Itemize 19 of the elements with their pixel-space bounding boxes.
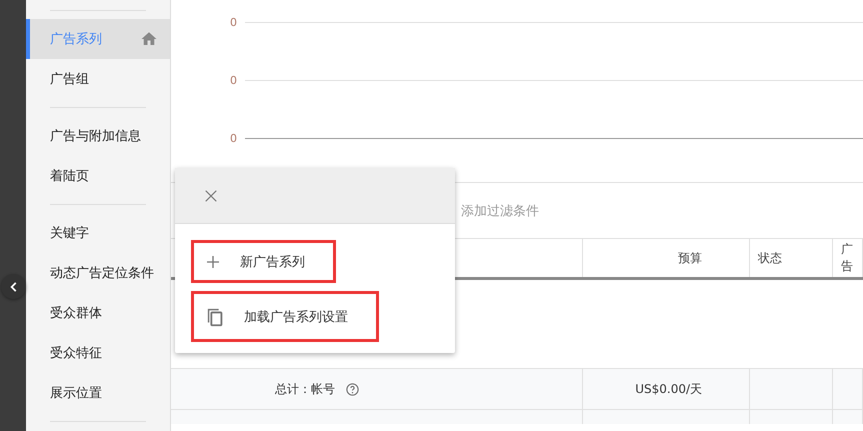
nav-item[interactable]: 广告组: [26, 59, 170, 99]
help-icon: [345, 382, 360, 396]
axis-label: 0: [229, 74, 238, 86]
table-cell: US$0.00/天: [635, 380, 702, 398]
nav-item[interactable]: 着陆页: [26, 156, 170, 196]
nav-item[interactable]: 展示位置: [26, 373, 170, 413]
menu-item[interactable]: 加载广告系列设置: [191, 291, 379, 342]
column-header[interactable]: 广告: [841, 241, 862, 275]
nav-item[interactable]: 广告与附加信息: [26, 116, 170, 156]
total-label: 总计：帐号: [275, 380, 335, 398]
menu-item[interactable]: 新广告系列: [191, 240, 336, 283]
axis-label: 0: [229, 132, 238, 144]
column-header[interactable]: 状态: [758, 250, 782, 266]
nav-item[interactable]: 动态广告定位条件: [26, 253, 170, 293]
column-header[interactable]: 预算: [678, 250, 702, 266]
nav-item[interactable]: 受众群体: [26, 293, 170, 333]
nav-item[interactable]: 关键字: [26, 213, 170, 253]
axis-label: 0: [229, 16, 238, 28]
nav-item[interactable]: 受众特征: [26, 333, 170, 373]
